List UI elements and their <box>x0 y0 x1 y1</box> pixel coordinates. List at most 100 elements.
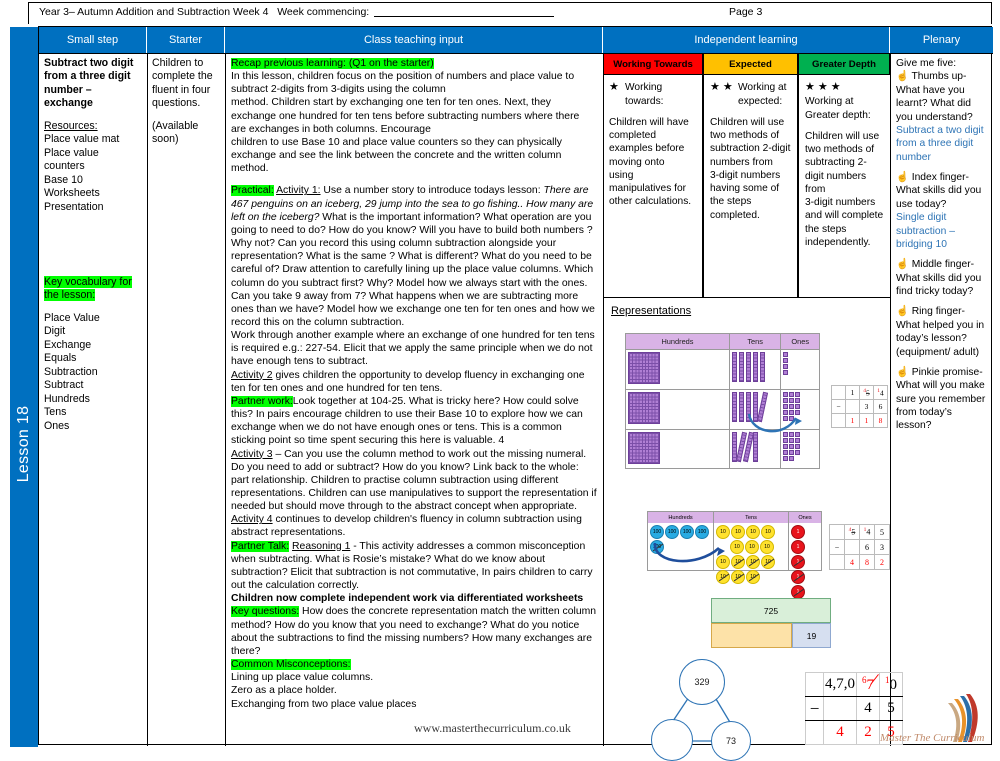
hand-icon: ☝ <box>896 71 909 83</box>
hand-icon: ☝ <box>896 366 909 378</box>
star-rating-3: ★★★ <box>805 81 844 93</box>
one-counter-crossed: 1 <box>791 555 805 569</box>
minus-operator: − <box>829 539 845 555</box>
vocab-heading: Key vocabulary for the lesson: <box>44 275 132 302</box>
cell-class-teaching-input: Recap previous learning: (Q1 on the star… <box>225 53 603 746</box>
activity2-label: Activity 2 <box>231 369 273 381</box>
header-title: Year 3– Autumn Addition and Subtraction … <box>39 6 269 18</box>
activity3-body: – Can you use the column method to work … <box>231 448 597 513</box>
cell-small-step: Subtract two digit from a three digit nu… <box>39 53 147 746</box>
minuend-tens: 14 <box>859 524 875 540</box>
hundreds-flat <box>628 432 660 464</box>
plenary-intro: Give me five: <box>896 58 957 69</box>
header-left-text: Year 3– Autumn Addition and Subtraction … <box>39 6 555 18</box>
base-ten-header-tens: Tens <box>730 334 782 349</box>
sum-minuend-row: 45 14 5 <box>829 524 890 540</box>
counters-header-hundreds: Hundreds <box>648 512 714 523</box>
col-header-independent-learning: Independent learning <box>603 27 890 53</box>
base-ten-header-row: Hundreds Tens Ones <box>626 334 819 349</box>
minuend-tens: 45 <box>859 385 874 400</box>
resource-item: Worksheets <box>44 187 100 200</box>
big-sum-minuend-row: 4,7,0 67 10 <box>805 672 903 697</box>
vocab-item: Ones <box>44 419 70 432</box>
hundred-counter: 100 <box>665 525 679 539</box>
minuend-ones: 14 <box>873 385 888 400</box>
ten-counter: 10 <box>761 525 775 539</box>
ten-counter: 10 <box>716 555 730 569</box>
tens-rods <box>730 390 780 424</box>
tens-rods <box>730 430 780 464</box>
vocab-item: Subtraction <box>44 365 98 378</box>
ten-counter-crossed: 10 <box>746 555 760 569</box>
big-minuend-hundreds: 4,7,0 <box>823 672 857 697</box>
sum-answer-row: 4 8 2 <box>829 554 890 570</box>
plenary-question: Pinkie promise- What will you make sure … <box>896 366 986 432</box>
band-heading: Working towards: <box>625 82 664 107</box>
ones-units <box>781 390 807 423</box>
starter-text: Children to complete the fluent in four … <box>152 57 213 110</box>
resource-item: Place value mat <box>44 133 120 146</box>
resource-item: Base 10 <box>44 173 83 186</box>
base-ten-row <box>626 389 819 429</box>
ones-counters: 1 1 1 1 1 <box>789 523 821 599</box>
activity1-body: What is the important information? What … <box>231 211 595 328</box>
hundred-counter-crossed: 100 <box>650 540 664 554</box>
hand-icon: ☝ <box>896 172 909 183</box>
ten-counter-crossed: 10 <box>716 570 730 584</box>
one-counter: 1 <box>791 540 805 554</box>
col-header-plenary: Plenary <box>890 27 993 53</box>
column-subtraction-a: 1 45 14 − 3 6 1 1 8 <box>831 385 888 428</box>
lesson-tab-label: Lesson 18 <box>15 406 32 483</box>
vocab-item: Subtract <box>44 379 84 392</box>
tens-rods <box>730 350 780 384</box>
counters-header-tens: Tens <box>714 512 789 523</box>
big-minus-operator: − <box>805 696 824 721</box>
col-header-small-step: Small step <box>39 27 147 53</box>
col-header-starter: Starter <box>147 27 225 53</box>
activity2-body: gives children the opportunity to develo… <box>231 369 585 394</box>
part-whole-part-known: 73 <box>711 721 751 761</box>
lesson-tab: Lesson 18 <box>10 27 38 747</box>
band-header-working-towards: Working Towards <box>603 53 703 75</box>
activity3-label: Activity 3 <box>231 448 273 460</box>
vocab-item: Hundreds <box>44 392 90 405</box>
tens-counters: 10 10 10 10 10 10 10 10 10 10 10 10 10 1… <box>714 523 789 584</box>
vocab-item: Equals <box>44 352 77 365</box>
recap-label: Recap previous learning: (Q1 on the star… <box>231 58 434 69</box>
vocab-item: Exchange <box>44 338 92 351</box>
plenary-question: Ring finger- What helped you in today’s … <box>896 306 985 358</box>
part-whole-part-unknown <box>651 719 693 761</box>
cell-starter: Children to complete the fluent in four … <box>147 53 225 746</box>
minus-operator: − <box>831 399 846 414</box>
starter-availability: (Available soon) <box>152 119 199 146</box>
plenary-question: Middle finger- What skills did you find … <box>896 259 982 297</box>
resource-item: counters <box>44 160 85 173</box>
resources-heading: Resources: <box>44 119 98 132</box>
band-heading: Working at expected: <box>738 82 787 107</box>
band-header-greater-depth: Greater Depth <box>798 53 890 75</box>
bar-model: 725 19 <box>711 598 831 648</box>
hundreds-counters: 100 100 100 100 100 <box>648 523 714 570</box>
ten-counter: 10 <box>716 525 730 539</box>
ten-counter: 10 <box>760 540 774 554</box>
hundred-counter: 100 <box>680 525 694 539</box>
resource-item: Presentation <box>44 200 104 213</box>
band-body-text: Children will have completed examples be… <box>609 116 692 208</box>
partner-talk-label: Partner Talk: <box>231 540 290 552</box>
activity1-label: Activity 1: <box>276 185 321 197</box>
base-ten-row <box>626 429 819 469</box>
misconception-item: Exchanging from two place value places <box>231 698 417 710</box>
band-body-greater-depth: ★★★ Working at Greater depth: Children w… <box>798 75 890 297</box>
hundred-counter: 100 <box>650 525 664 539</box>
vocab-item: Tens <box>44 406 67 419</box>
bar-model-part-unknown <box>711 623 792 648</box>
counters-body: 100 100 100 100 100 10 10 10 10 10 10 10… <box>648 523 821 599</box>
partner-work-label: Partner work: <box>231 395 293 407</box>
resource-item: Place value <box>44 146 99 159</box>
hand-icon: ☝ <box>896 306 909 318</box>
ten-counter-crossed: 10 <box>746 570 760 584</box>
week-commencing-blank[interactable] <box>374 16 555 17</box>
independent-work-note: Children now complete independent work v… <box>231 593 584 605</box>
ten-counter-crossed: 10 <box>761 555 775 569</box>
col-header-class-teaching-input: Class teaching input <box>225 27 603 53</box>
